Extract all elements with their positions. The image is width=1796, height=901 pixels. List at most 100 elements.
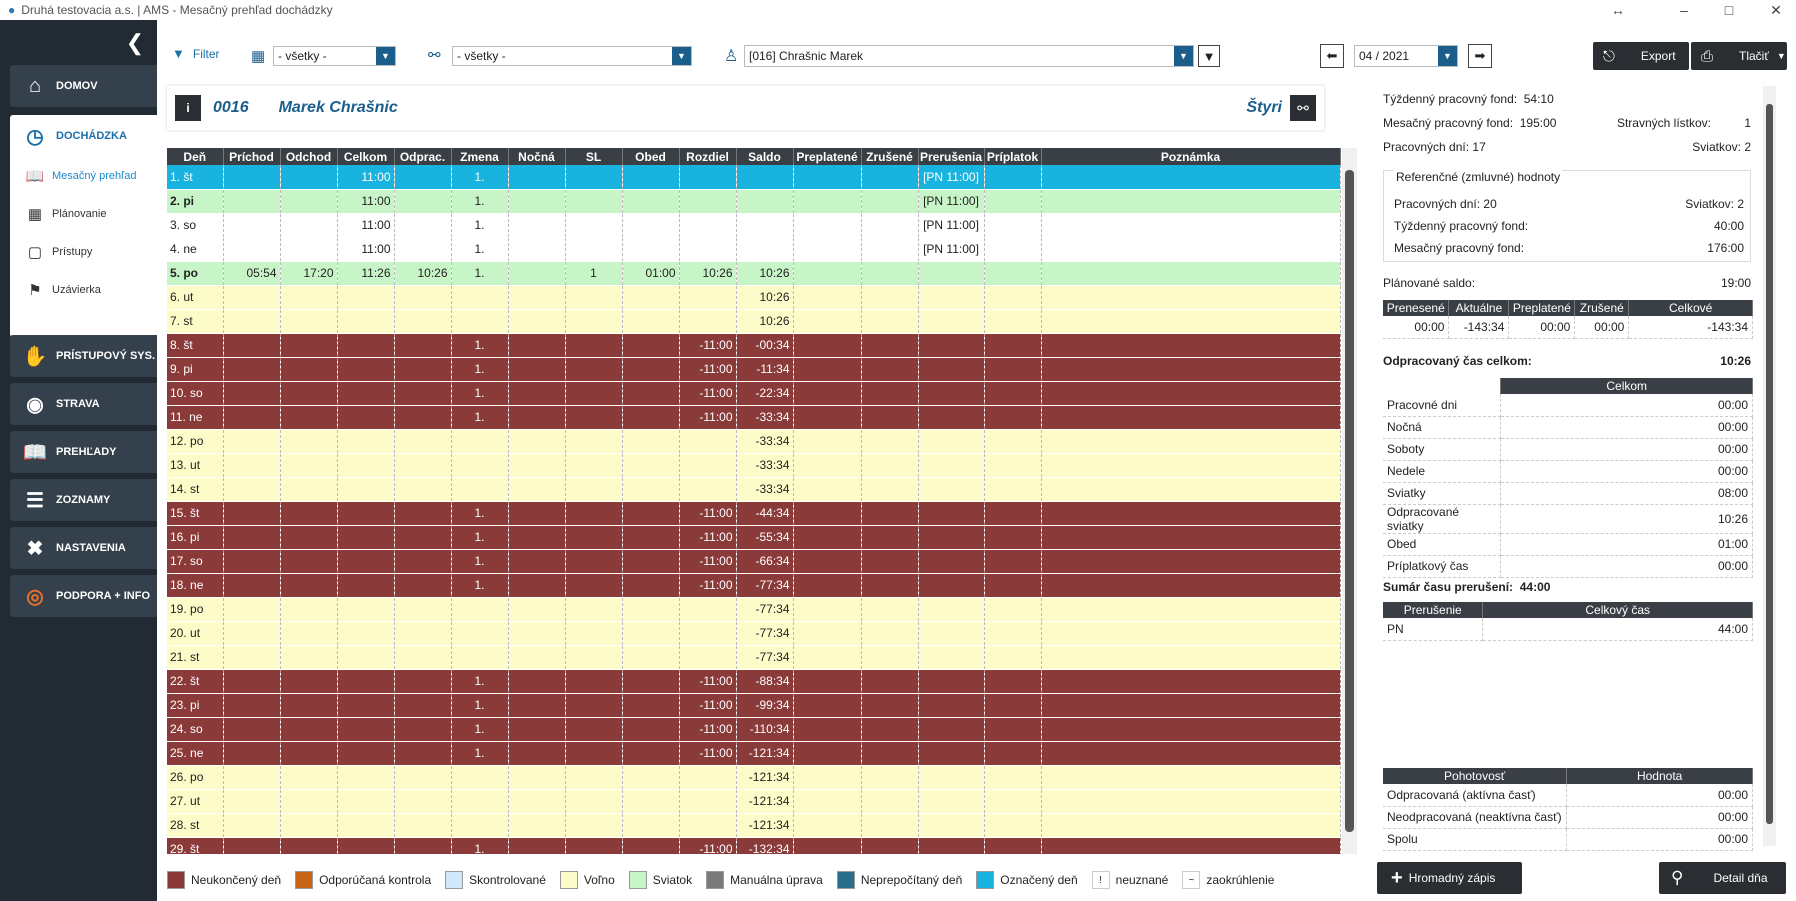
table-cell[interactable] [793,813,862,838]
table-cell[interactable] [337,333,395,358]
table-cell[interactable]: 1. [451,669,509,694]
table-cell[interactable] [1041,357,1341,382]
table-cell[interactable] [565,549,623,574]
table-cell[interactable] [679,213,737,238]
table-cell[interactable] [622,189,680,214]
prev-period-button[interactable]: ⬅ [1320,44,1344,68]
table-cell[interactable]: -11:00 [679,573,737,598]
table-cell[interactable] [280,189,338,214]
chevron-down-icon[interactable]: ▼ [1174,46,1193,66]
table-cell[interactable] [394,645,452,670]
table-cell[interactable] [508,645,566,670]
table-cell[interactable] [223,381,281,406]
table-cell[interactable] [565,357,623,382]
table-cell[interactable] [508,693,566,718]
table-cell[interactable]: [PN 11:00] [918,213,985,238]
table-cell[interactable] [918,717,985,742]
table-cell[interactable] [918,813,985,838]
table-cell[interactable] [280,693,338,718]
table-cell[interactable] [280,213,338,238]
table-cell[interactable] [280,477,338,502]
table-cell[interactable]: 19. po [167,597,224,622]
nav-mesacny-prehlad[interactable]: 📖 Mesačný prehľad [10,157,157,195]
table-cell[interactable] [565,285,623,310]
table-cell[interactable] [223,549,281,574]
table-cell[interactable] [223,429,281,454]
table-row[interactable]: 2. pi 11:00 1. [PN 11:00] [167,189,1341,214]
table-cell[interactable] [793,765,862,790]
table-cell[interactable] [622,285,680,310]
table-cell[interactable] [918,261,985,286]
table-cell[interactable] [565,501,623,526]
table-cell[interactable]: -77:34 [736,573,794,598]
table-cell[interactable] [918,645,985,670]
table-cell[interactable] [793,621,862,646]
table-cell[interactable] [508,453,566,478]
table-cell[interactable] [793,357,862,382]
table-row[interactable]: 24. so 1. -11:00 -110:34 [167,717,1341,742]
table-cell[interactable] [793,309,862,334]
table-row[interactable]: 27. ut -121:34 [167,789,1341,814]
table-cell[interactable] [984,669,1042,694]
table-cell[interactable] [337,597,395,622]
table-cell[interactable] [984,693,1042,718]
table-cell[interactable] [394,501,452,526]
table-cell[interactable] [565,717,623,742]
nav-uzavierka[interactable]: ⚑ Uzávierka [10,271,157,309]
table-cell[interactable] [508,405,566,430]
table-cell[interactable] [622,405,680,430]
grid-col-header[interactable]: Odprac. [394,148,452,165]
table-cell[interactable] [1041,549,1341,574]
table-cell[interactable] [223,477,281,502]
table-cell[interactable] [679,237,737,262]
table-cell[interactable]: -22:34 [736,381,794,406]
table-cell[interactable] [508,189,566,214]
table-cell[interactable] [622,477,680,502]
table-cell[interactable]: 1. [451,717,509,742]
table-cell[interactable] [223,501,281,526]
table-cell[interactable] [394,813,452,838]
table-cell[interactable] [337,381,395,406]
table-cell[interactable] [394,669,452,694]
table-cell[interactable] [223,405,281,430]
table-cell[interactable]: 1. [451,837,509,854]
grid-col-header[interactable]: Zrušené [861,148,919,165]
table-cell[interactable] [223,789,281,814]
table-cell[interactable] [793,669,862,694]
table-cell[interactable]: 1. [451,525,509,550]
table-cell[interactable] [918,693,985,718]
table-row[interactable]: 25. ne 1. -11:00 -121:34 [167,741,1341,766]
table-cell[interactable] [394,477,452,502]
table-cell[interactable] [394,357,452,382]
table-cell[interactable] [280,573,338,598]
table-cell[interactable] [223,741,281,766]
table-cell[interactable] [565,621,623,646]
table-cell[interactable] [918,405,985,430]
info-icon[interactable]: i [175,95,201,121]
chevron-down-icon[interactable]: ▼ [672,47,691,65]
table-cell[interactable] [394,765,452,790]
table-cell[interactable]: -121:34 [736,813,794,838]
table-cell[interactable] [223,765,281,790]
table-cell[interactable] [622,789,680,814]
table-cell[interactable] [337,813,395,838]
nav-zoznamy[interactable]: ☰ ZOZNAMY [10,479,157,521]
grid-col-header[interactable]: Saldo [736,148,794,165]
table-cell[interactable] [861,165,919,190]
table-cell[interactable]: -11:00 [679,741,737,766]
table-cell[interactable] [1041,453,1341,478]
table-cell[interactable]: 1. [451,501,509,526]
table-cell[interactable] [861,741,919,766]
table-cell[interactable] [508,525,566,550]
table-cell[interactable]: 11:00 [337,165,395,190]
table-row[interactable]: 7. st 10:26 [167,309,1341,334]
nav-strava[interactable]: ◉ STRAVA [10,383,157,425]
table-cell[interactable] [736,165,794,190]
table-cell[interactable] [223,813,281,838]
table-cell[interactable] [1041,525,1341,550]
table-cell[interactable] [280,429,338,454]
table-cell[interactable]: 1. [451,237,509,262]
table-cell[interactable] [223,213,281,238]
table-cell[interactable] [1041,597,1341,622]
table-cell[interactable] [394,213,452,238]
